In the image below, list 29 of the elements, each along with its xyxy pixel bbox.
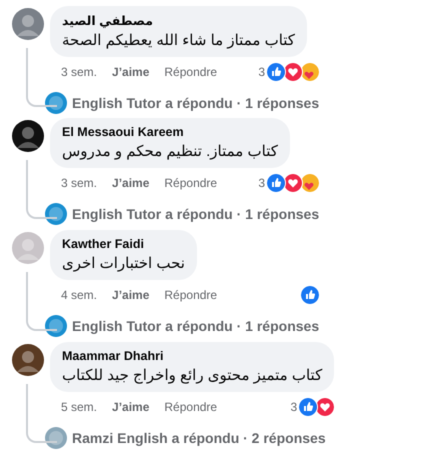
- author-name[interactable]: Maammar Dhahri: [62, 349, 322, 363]
- author-name[interactable]: مصطفي الصيد: [62, 13, 295, 28]
- timestamp-link[interactable]: 4 sem.: [61, 288, 98, 302]
- like-link[interactable]: J’aime: [112, 65, 150, 79]
- reply-link[interactable]: Répondre: [164, 400, 218, 414]
- author-name[interactable]: El Messaoui Kareem: [62, 125, 278, 139]
- comment-text: كتاب ممتاز. تنظيم محكم و مدروس: [62, 142, 278, 160]
- avatar[interactable]: [12, 344, 44, 376]
- timestamp-link[interactable]: 5 sem.: [61, 400, 98, 414]
- reaction-count[interactable]: 3: [290, 400, 298, 414]
- replies-link[interactable]: English Tutor a répondu · 1 réponses: [72, 318, 320, 334]
- comment-text: نحب اختبارات اخرى: [62, 254, 185, 272]
- timestamp-link[interactable]: 3 sem.: [61, 65, 98, 79]
- reply-link[interactable]: Répondre: [164, 65, 218, 79]
- timestamp-link[interactable]: 3 sem.: [61, 176, 98, 190]
- reply-link[interactable]: Répondre: [164, 288, 218, 302]
- avatar[interactable]: [12, 120, 44, 152]
- like-link[interactable]: J’aime: [112, 288, 150, 302]
- reaction-count[interactable]: 3: [258, 176, 266, 190]
- comment-text: كتاب ممتاز ما شاء الله يعطيكم الصحة: [62, 31, 295, 49]
- reaction-count[interactable]: 3: [258, 65, 266, 79]
- like-link[interactable]: J’aime: [112, 400, 150, 414]
- like-link[interactable]: J’aime: [112, 176, 150, 190]
- author-name[interactable]: Kawther Faidi: [62, 237, 185, 251]
- replies-link[interactable]: English Tutor a répondu · 1 réponses: [72, 95, 320, 111]
- replies-link[interactable]: Ramzi English a répondu · 2 réponses: [72, 430, 326, 446]
- comment-text: كتاب متميز محتوى رائع واخراج جيد للكتاب: [62, 366, 322, 384]
- replies-link[interactable]: English Tutor a répondu · 1 réponses: [72, 206, 320, 222]
- reply-link[interactable]: Répondre: [164, 176, 218, 190]
